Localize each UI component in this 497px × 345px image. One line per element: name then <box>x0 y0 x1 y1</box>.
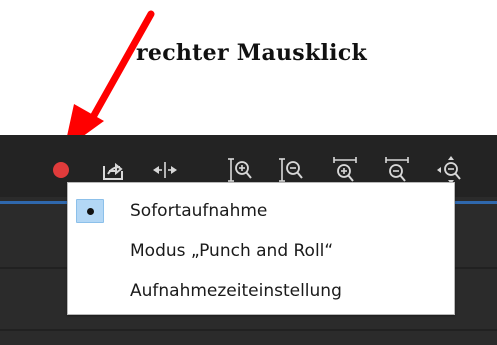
menu-item-sofortaufnahme[interactable]: Sofortaufnahme <box>68 191 454 231</box>
menu-item-punch-and-roll[interactable]: Modus „Punch and Roll“ <box>68 231 454 271</box>
zoom-in-horizontal-button[interactable] <box>330 155 360 185</box>
zoom-out-horizontal-icon <box>385 157 409 182</box>
split-arrows-icon <box>153 162 177 178</box>
zoom-out-horizontal-button[interactable] <box>382 155 412 185</box>
export-icon <box>103 162 123 180</box>
zoom-in-horizontal-icon <box>333 157 357 182</box>
zoom-in-vertical-icon <box>228 158 252 182</box>
record-dot-icon <box>53 162 69 178</box>
radio-dot-icon <box>86 207 94 215</box>
export-button[interactable] <box>98 155 128 185</box>
record-mode-context-menu: Sofortaufnahme Modus „Punch and Roll“ Au… <box>67 182 455 315</box>
zoom-out-vertical-icon <box>279 158 303 182</box>
annotation-caption: rechter Mausklick <box>136 40 368 66</box>
menu-item-label: Modus „Punch and Roll“ <box>130 241 334 261</box>
selected-indicator <box>76 199 104 223</box>
track-divider <box>0 329 497 331</box>
record-button[interactable] <box>46 155 76 185</box>
menu-item-label: Aufnahmezeiteinstellung <box>130 281 342 301</box>
split-button[interactable] <box>150 155 180 185</box>
menu-item-aufnahmezeiteinstellung[interactable]: Aufnahmezeiteinstellung <box>68 271 454 311</box>
zoom-in-vertical-button[interactable] <box>226 155 256 185</box>
menu-item-label: Sofortaufnahme <box>130 201 268 221</box>
zoom-fit-icon <box>437 156 461 184</box>
zoom-fit-button[interactable] <box>436 155 466 185</box>
zoom-out-vertical-button[interactable] <box>277 155 307 185</box>
